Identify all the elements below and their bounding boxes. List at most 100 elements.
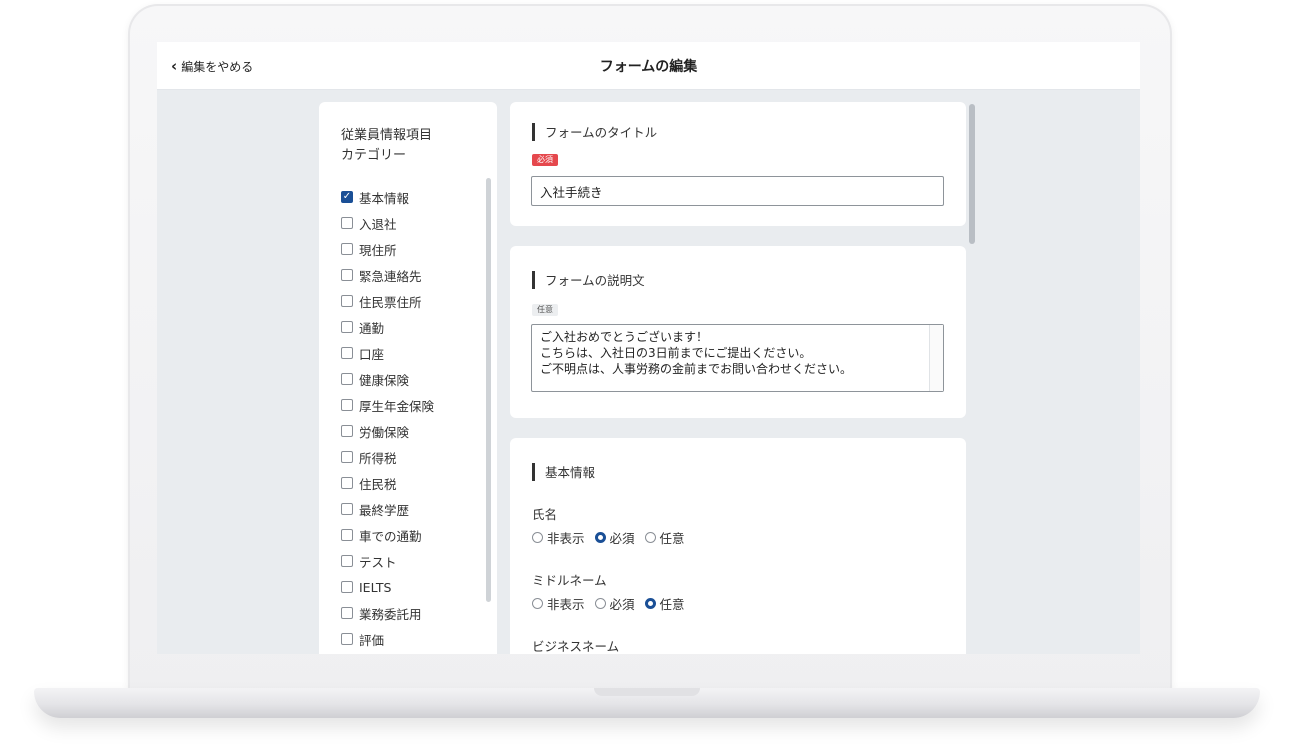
heading-bar [532, 122, 535, 141]
heading-bar [532, 270, 535, 289]
radio-label: 必須 [609, 597, 635, 612]
form-title-input[interactable] [531, 176, 944, 206]
category-item[interactable]: 業務委託用 [341, 600, 434, 626]
category-item[interactable]: 車での通勤 [341, 522, 434, 548]
checkbox-icon[interactable] [341, 399, 353, 411]
checkbox-icon[interactable] [341, 321, 353, 333]
page-title: フォームの編集 [599, 59, 698, 75]
main-scrollbar[interactable] [969, 104, 975, 244]
category-item[interactable]: 基本情報 [341, 184, 434, 210]
laptop-notch [594, 688, 700, 696]
sidebar-scrollbar[interactable] [486, 178, 491, 602]
radio-icon[interactable] [644, 532, 656, 543]
radio-option[interactable]: 任意 [644, 528, 685, 547]
radio-icon[interactable] [594, 598, 606, 609]
checkbox-icon[interactable] [341, 373, 353, 385]
description-line: ご不明点は、人事労務の金前までお問い合わせください。 [540, 362, 853, 376]
radio-icon[interactable] [532, 598, 543, 609]
category-label: 健康保険 [359, 372, 410, 388]
category-item[interactable]: 通勤 [341, 314, 434, 340]
category-label: 最終学歴 [359, 502, 410, 518]
checkbox-icon[interactable] [341, 243, 353, 255]
sidebar-title-line2: カテゴリー [341, 148, 407, 163]
radio-option[interactable]: 必須 [594, 528, 635, 547]
category-label: 通勤 [359, 320, 385, 336]
radio-option[interactable]: 非表示 [532, 594, 585, 613]
checkbox-icon[interactable] [341, 503, 353, 515]
category-item[interactable]: 最終学歴 [341, 496, 434, 522]
category-item[interactable]: 労働保険 [341, 418, 434, 444]
category-label: 基本情報 [359, 190, 410, 206]
radio-option[interactable]: 必須 [594, 594, 635, 613]
checkbox-icon[interactable] [341, 269, 353, 281]
checkbox-icon[interactable] [341, 529, 353, 541]
laptop-base [34, 688, 1260, 718]
radio-option[interactable]: 非表示 [532, 528, 585, 547]
sidebar-title-line1: 従業員情報項目 [341, 128, 433, 143]
required-badge: 必須 [532, 154, 558, 166]
category-item[interactable]: 口座 [341, 340, 434, 366]
category-item[interactable]: テスト [341, 548, 434, 574]
radio-option[interactable]: 任意 [644, 594, 685, 613]
category-item[interactable]: 住民税 [341, 470, 434, 496]
checkbox-icon[interactable] [341, 477, 353, 489]
field-label: ミドルネーム [532, 573, 607, 588]
field-label: ビジネスネーム [532, 639, 620, 654]
form-description-textarea[interactable]: ご入社おめでとうございます！ こちらは、入社日の3日前までにご提出ください。 ご… [531, 324, 944, 392]
basic-info-card: 基本情報 氏名 非表示 必須 任意 ミドルネーム 非表示 必須 任意 ビジネスネーム [510, 438, 966, 654]
cancel-edit-link[interactable]: ‹ 編集をやめる [171, 42, 253, 90]
radio-label: 任意 [659, 531, 685, 546]
field-label: 氏名 [532, 507, 558, 522]
radio-icon[interactable] [532, 532, 543, 543]
form-description-card: フォームの説明文 任意 ご入社おめでとうございます！ こちらは、入社日の3日前ま… [510, 246, 966, 418]
basic-info-heading: 基本情報 [532, 462, 595, 481]
form-description-heading-text: フォームの説明文 [545, 273, 645, 288]
category-item[interactable]: 健康保険 [341, 366, 434, 392]
radio-selected-icon[interactable] [594, 532, 606, 543]
category-item[interactable]: 現住所 [341, 236, 434, 262]
checkbox-icon[interactable] [341, 633, 353, 645]
radio-label: 非表示 [547, 531, 585, 546]
category-item[interactable]: 緊急連絡先 [341, 262, 434, 288]
checkbox-icon[interactable] [341, 217, 353, 229]
category-item[interactable]: 評価 [341, 626, 434, 652]
form-title-heading-text: フォームのタイトル [545, 125, 658, 140]
checkbox-checked-icon[interactable] [341, 191, 353, 203]
category-label: 労働保険 [359, 424, 410, 440]
category-label: 口座 [359, 346, 385, 362]
form-description-heading: フォームの説明文 [532, 270, 645, 289]
category-label: 住民税 [359, 476, 397, 492]
category-item[interactable]: 所得税 [341, 444, 434, 470]
category-label: 評価 [359, 632, 385, 648]
checkbox-icon[interactable] [341, 607, 353, 619]
sidebar-title: 従業員情報項目 カテゴリー [341, 126, 432, 166]
basic-info-heading-text: 基本情報 [545, 465, 596, 480]
textarea-scrollbar[interactable] [929, 325, 943, 391]
category-item[interactable]: 厚生年金保険 [341, 392, 434, 418]
checkbox-icon[interactable] [341, 581, 353, 593]
category-label: 厚生年金保険 [359, 398, 435, 414]
checkbox-icon[interactable] [341, 295, 353, 307]
checkbox-icon[interactable] [341, 555, 353, 567]
category-label: 住民票住所 [359, 294, 422, 310]
checkbox-icon[interactable] [341, 347, 353, 359]
category-item[interactable]: 住民票住所 [341, 288, 434, 314]
category-item[interactable]: IELTS [341, 574, 434, 600]
radio-label: 必須 [609, 531, 635, 546]
cancel-edit-label: 編集をやめる [181, 59, 254, 74]
top-bar: フォームの編集 ‹ 編集をやめる [157, 42, 1140, 90]
form-title-heading: フォームのタイトル [532, 122, 657, 141]
form-title-card: フォームのタイトル 必須 [510, 102, 966, 226]
category-sidebar: 従業員情報項目 カテゴリー 基本情報入退社現住所緊急連絡先住民票住所通勤口座健康… [319, 102, 497, 654]
category-item[interactable]: 入退社 [341, 210, 434, 236]
app-screen: フォームの編集 ‹ 編集をやめる 従業員情報項目 カテゴリー 基本情報入退社現住… [157, 42, 1140, 654]
checkbox-icon[interactable] [341, 451, 353, 463]
checkbox-icon[interactable] [341, 425, 353, 437]
radio-selected-icon[interactable] [644, 598, 656, 609]
category-label: 所得税 [359, 450, 397, 466]
chevron-left-icon: ‹ [171, 56, 178, 75]
category-label: テスト [359, 554, 397, 570]
description-line: ご入社おめでとうございます！ [540, 330, 709, 344]
category-label: 現住所 [359, 242, 397, 258]
optional-badge: 任意 [532, 304, 558, 316]
